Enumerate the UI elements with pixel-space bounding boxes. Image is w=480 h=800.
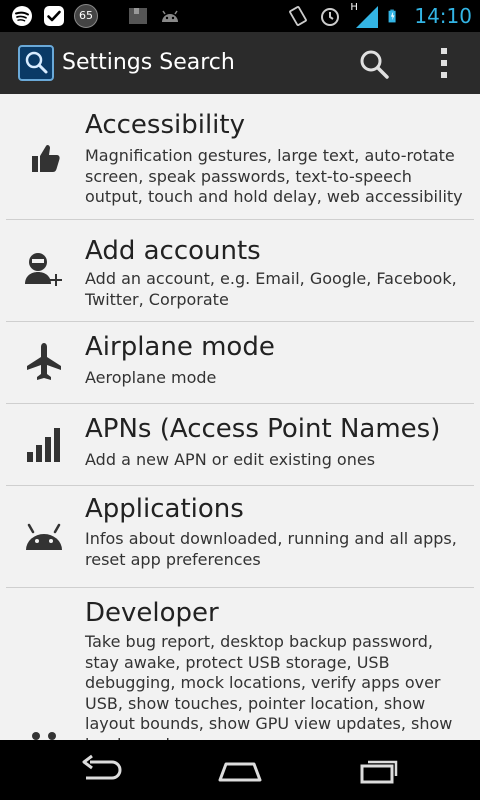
item-subtitle: Add an account, e.g. Email, Google, Face… (85, 269, 457, 309)
alarm-icon (321, 8, 340, 26)
navigation-bar (0, 740, 480, 800)
item-title: Applications (85, 494, 244, 524)
search-icon[interactable] (358, 48, 390, 80)
action-bar: Settings Search (0, 32, 480, 95)
android-icon (26, 523, 62, 550)
notification-count-badge: 65 (74, 4, 98, 28)
item-subtitle: Take bug report, desktop backup password… (85, 632, 453, 740)
signal-bars-icon (27, 428, 60, 462)
airplane-icon (27, 343, 61, 380)
item-subtitle: Magnification gestures, large text, auto… (85, 146, 463, 206)
list-item-developer[interactable]: Developer Take bug report, desktop backu… (0, 588, 480, 740)
status-bar: 65 H 14:10 (0, 0, 480, 32)
signal-indicator: H (350, 2, 380, 28)
list-item-applications[interactable]: Applications Infos about downloaded, run… (0, 486, 480, 587)
vibrate-icon (289, 6, 308, 26)
image-icon (129, 8, 147, 24)
item-subtitle: Aeroplane mode (85, 368, 217, 387)
page-title: Settings Search (62, 50, 235, 75)
recent-apps-icon[interactable] (356, 754, 404, 786)
add-account-icon (25, 253, 62, 286)
item-subtitle: Add a new APN or edit existing ones (85, 450, 376, 469)
overflow-menu-icon[interactable] (432, 46, 456, 80)
item-title: Add accounts (85, 236, 261, 266)
check-icon (44, 6, 64, 26)
android-icon (162, 10, 178, 22)
back-icon[interactable] (76, 754, 124, 786)
item-title: Developer (85, 598, 219, 628)
list-item-add-accounts[interactable]: Add accounts Add an account, e.g. Email,… (0, 220, 480, 321)
app-logo-icon[interactable] (18, 45, 54, 81)
developer-icon (32, 732, 56, 740)
thumbs-up-icon (32, 144, 60, 172)
network-type-label: H (350, 2, 358, 13)
item-title: APNs (Access Point Names) (85, 414, 441, 444)
list-item-apns[interactable]: APNs (Access Point Names) Add a new APN … (0, 404, 480, 485)
item-title: Airplane mode (85, 332, 275, 362)
list-item-accessibility[interactable]: Accessibility Magnification gestures, la… (0, 94, 480, 219)
spotify-icon (12, 6, 32, 26)
list-item-airplane-mode[interactable]: Airplane mode Aeroplane mode (0, 322, 480, 403)
item-title: Accessibility (85, 110, 245, 140)
battery-icon (388, 9, 396, 23)
home-icon[interactable] (216, 754, 264, 786)
settings-list: Accessibility Magnification gestures, la… (0, 94, 480, 740)
clock: 14:10 (414, 4, 472, 28)
item-subtitle: Infos about downloaded, running and all … (85, 529, 457, 569)
